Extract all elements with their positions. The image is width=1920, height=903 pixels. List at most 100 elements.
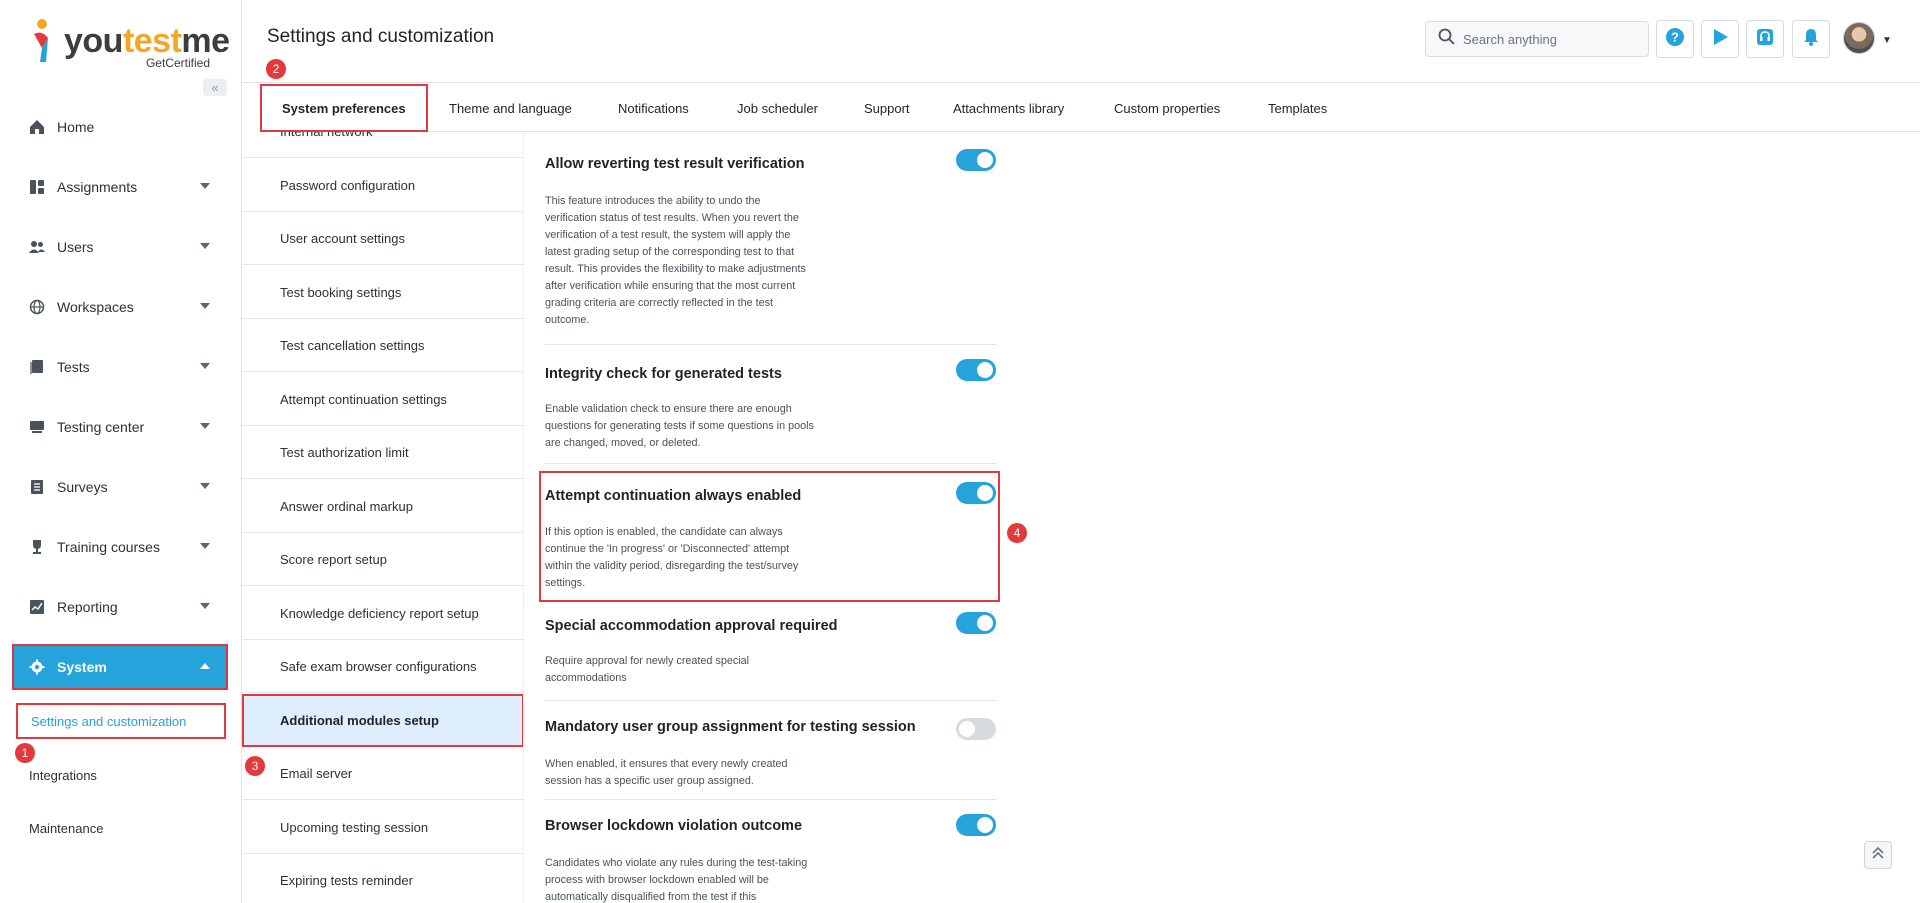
tab-job-scheduler[interactable]: Job scheduler (737, 84, 818, 132)
setting-title: Special accommodation approval required (545, 618, 838, 634)
header-divider (242, 82, 1920, 83)
setting-title: Mandatory user group assignment for test… (545, 719, 916, 735)
sidebar-subitem-label: Integrations (29, 767, 97, 783)
sidebar-item-tests[interactable]: Tests (14, 346, 226, 388)
setting-description: Candidates who violate any rules during … (545, 857, 808, 903)
sidebar-item-assignments[interactable]: Assignments (14, 166, 226, 208)
setting-title: Browser lockdown violation outcome (545, 818, 803, 834)
play-button[interactable] (1701, 20, 1739, 58)
sidebar-item-users[interactable]: Users (14, 226, 226, 268)
tab-attachments-library[interactable]: Attachments library (953, 84, 1064, 132)
toggle-knob (977, 362, 993, 378)
menu-item-test-authorization-limit[interactable]: Test authorization limit (242, 426, 523, 479)
setting-description: Require approval for newly created speci… (545, 655, 750, 684)
sidebar-subitem-settings-and-customization[interactable]: Settings and customization (16, 703, 226, 739)
surveys-icon (28, 478, 46, 496)
bell-icon (1801, 27, 1821, 52)
sidebar-item-training-courses[interactable]: Training courses (14, 526, 226, 568)
users-icon (28, 238, 46, 256)
toggle-knob (977, 615, 993, 631)
menu-item-password-configuration[interactable]: Password configuration (242, 159, 523, 212)
play-icon (1710, 27, 1730, 52)
sidebar-item-label: Training courses (57, 539, 160, 555)
menu-item-upcoming-testing-session[interactable]: Upcoming testing session (242, 801, 523, 854)
chevron-down-icon (200, 483, 210, 489)
setting-mandatory-user-group-assignment: Mandatory user group assignment for test… (545, 701, 997, 800)
home-icon (28, 118, 46, 136)
settings-tabs: System preferences Theme and language No… (260, 84, 1920, 132)
sidebar-item-surveys[interactable]: Surveys (14, 466, 226, 508)
setting-integrity-check: Integrity check for generated tests Enab… (545, 345, 997, 464)
sidebar-item-label: Assignments (57, 179, 138, 195)
sidebar-item-label: Surveys (57, 479, 108, 495)
chevron-up-icon (200, 663, 210, 669)
tab-notifications[interactable]: Notifications (618, 84, 689, 132)
toggle-switch[interactable] (956, 359, 996, 381)
chevron-down-icon (200, 543, 210, 549)
sidebar-subitem-label: Maintenance (29, 820, 104, 836)
menu-item-user-account-settings[interactable]: User account settings (242, 212, 523, 265)
menu-item-knowledge-deficiency-report-setup[interactable]: Knowledge deficiency report setup (242, 587, 523, 640)
tab-support[interactable]: Support (864, 84, 910, 132)
sidebar-item-label: Users (57, 239, 94, 255)
sidebar-subitem-integrations[interactable]: Integrations (16, 757, 226, 793)
step-marker-2: 2 (266, 59, 286, 79)
sidebar-item-workspaces[interactable]: Workspaces (14, 286, 226, 328)
help-button[interactable]: ? (1656, 20, 1694, 58)
menu-item-additional-modules-setup[interactable]: Additional modules setup (242, 694, 523, 747)
sidebar-item-label: Home (57, 119, 95, 135)
sidebar-item-testing-center[interactable]: Testing center (14, 406, 226, 448)
notifications-button[interactable] (1792, 20, 1830, 58)
sidebar-item-label: System (57, 659, 107, 675)
tab-system-preferences[interactable]: System preferences (260, 84, 428, 132)
svg-text:?: ? (1671, 29, 1679, 44)
toggle-switch[interactable] (956, 718, 996, 740)
search-icon (1438, 28, 1455, 50)
setting-description: Enable validation check to ensure there … (545, 403, 814, 449)
setting-special-accommodation-approval: Special accommodation approval required … (545, 600, 997, 701)
system-preferences-menu: Internal network Password configuration … (242, 132, 524, 903)
menu-item-expiring-tests-reminder[interactable]: Expiring tests reminder (242, 854, 523, 903)
search-box[interactable] (1425, 21, 1649, 57)
globe-icon (28, 298, 46, 316)
menu-item-email-server[interactable]: Email server (242, 747, 523, 800)
toggle-switch[interactable] (956, 149, 996, 171)
tab-templates[interactable]: Templates (1268, 84, 1327, 132)
search-input[interactable] (1463, 31, 1633, 47)
chevron-down-icon[interactable]: ▼ (1882, 35, 1892, 46)
menu-item-answer-ordinal-markup[interactable]: Answer ordinal markup (242, 480, 523, 533)
menu-item-safe-exam-browser-configurations[interactable]: Safe exam browser configurations (242, 640, 523, 693)
scroll-to-top-button[interactable] (1864, 841, 1892, 869)
toggle-switch[interactable] (956, 814, 996, 836)
sidebar-item-label: Tests (57, 359, 90, 375)
menu-item-test-booking-settings[interactable]: Test booking settings (242, 266, 523, 319)
tab-custom-properties[interactable]: Custom properties (1114, 84, 1220, 132)
setting-description: This feature introduces the ability to u… (545, 195, 806, 326)
sidebar: youtestme GetCertified « Home Assignment… (0, 0, 242, 903)
highlight-frame (539, 471, 1000, 602)
menu-item-attempt-continuation-settings[interactable]: Attempt continuation settings (242, 373, 523, 426)
sidebar-item-reporting[interactable]: Reporting (14, 586, 226, 628)
menu-item-internal-network[interactable]: Internal network (242, 132, 523, 158)
setting-browser-lockdown-violation: Browser lockdown violation outcome Candi… (545, 800, 997, 903)
chevron-down-icon (200, 243, 210, 249)
sidebar-subitem-maintenance[interactable]: Maintenance (16, 810, 226, 846)
support-button[interactable] (1746, 20, 1784, 58)
toggle-knob (977, 817, 993, 833)
sidebar-item-system[interactable]: System (12, 644, 228, 690)
double-chevron-up-icon (1871, 846, 1885, 865)
logo[interactable]: youtestme GetCertified (30, 16, 230, 72)
page-title: Settings and customization (267, 26, 495, 47)
menu-item-score-report-setup[interactable]: Score report setup (242, 533, 523, 586)
toggle-switch[interactable] (956, 612, 996, 634)
step-marker-4: 4 (1007, 523, 1027, 543)
tests-icon (28, 358, 46, 376)
logo-mark-icon (34, 19, 48, 62)
menu-item-test-cancellation-settings[interactable]: Test cancellation settings (242, 319, 523, 372)
sidebar-item-home[interactable]: Home (14, 106, 226, 148)
toggle-knob (959, 721, 975, 737)
user-avatar[interactable] (1843, 22, 1875, 54)
chevron-down-icon (200, 423, 210, 429)
collapse-sidebar-button[interactable]: « (203, 79, 227, 96)
tab-theme-and-language[interactable]: Theme and language (449, 84, 572, 132)
